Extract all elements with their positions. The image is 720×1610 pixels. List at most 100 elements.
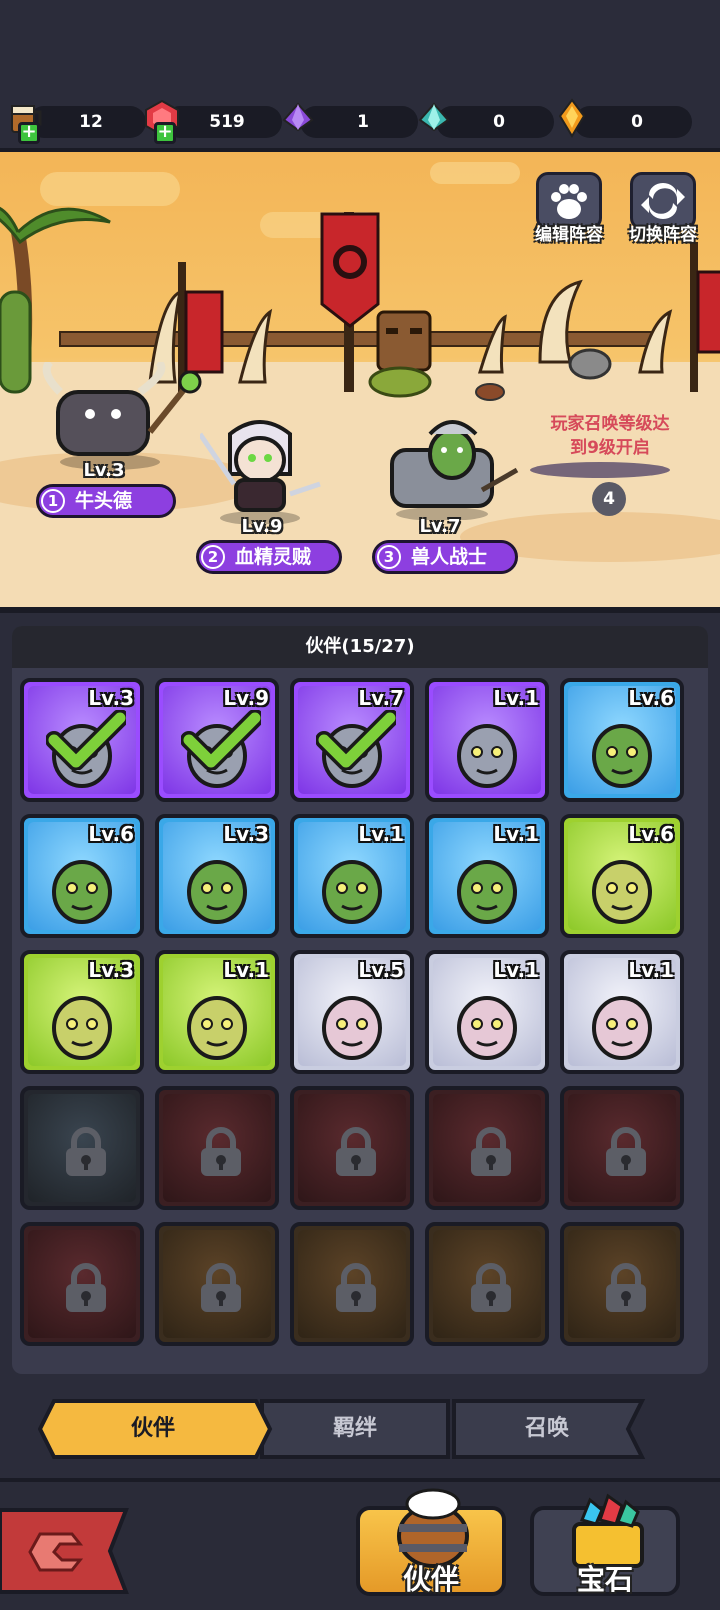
elf-mage-portrait <box>322 996 382 1060</box>
locked-companion-card[interactable] <box>290 1222 414 1346</box>
locked-companion-card[interactable] <box>425 1222 549 1346</box>
card-level: Lv.1 <box>493 958 539 982</box>
padlock-icon <box>201 1127 241 1176</box>
companion-card[interactable]: Lv.6 <box>560 678 684 802</box>
tab-bond[interactable]: 羁绊 <box>262 1398 448 1460</box>
companion-card[interactable]: Lv.1 <box>425 678 549 802</box>
back-button[interactable] <box>0 1506 130 1596</box>
padlock-icon <box>336 1263 376 1312</box>
companion-card[interactable]: Lv.5 <box>290 950 414 1074</box>
slot-4-unlock-hint: 玩家召唤等级达 到9级开启 <box>530 412 690 460</box>
resource-purple-crystal: 1 <box>278 102 418 138</box>
companion-card[interactable]: Lv.3 <box>20 678 144 802</box>
troll-portrait <box>592 724 652 788</box>
locked-companion-card[interactable] <box>425 1086 549 1210</box>
padlock-icon <box>66 1127 106 1176</box>
tab-bar: 伙伴 羁绊 召唤 <box>38 1398 688 1460</box>
card-level: Lv.1 <box>358 822 404 846</box>
undead-girl-portrait <box>457 860 517 924</box>
companion-nav-label: 伙伴 <box>402 1563 459 1596</box>
hero-level: Lv.3 <box>83 460 125 481</box>
unlock-hint-line-2: 到9级开启 <box>570 438 650 458</box>
game-screen: 12 + 519 + 1 0 0 编辑阵容 切换阵容 Lv.3 1 牛头德 Lv… <box>0 0 720 1610</box>
tab-summon[interactable]: 召唤 <box>454 1398 640 1460</box>
resource-value: 1 <box>357 112 369 132</box>
undead-mage-portrait <box>457 724 517 788</box>
hero-nameplate-1[interactable]: 1 牛头德 <box>36 484 176 518</box>
card-level: Lv.5 <box>358 958 404 982</box>
gem-nav-button[interactable]: 宝石 <box>530 1493 680 1596</box>
resource-value: 12 <box>79 112 103 132</box>
checkmark-icon <box>46 710 126 770</box>
padlock-icon <box>471 1127 511 1176</box>
blood-elf-rogue-sprite[interactable] <box>200 414 330 524</box>
goblin-portrait <box>592 860 652 924</box>
plus-icon[interactable]: + <box>154 122 176 144</box>
resource-value: 0 <box>631 112 643 132</box>
card-level: Lv.1 <box>223 958 269 982</box>
checkmark-icon <box>181 710 261 770</box>
resource-orange-gem: 0 <box>552 98 692 138</box>
companion-card[interactable]: Lv.1 <box>425 814 549 938</box>
companion-nav-button[interactable]: 伙伴 <box>356 1488 506 1596</box>
gem-nav-label: 宝石 <box>576 1563 633 1596</box>
hero-nameplate-3[interactable]: 3 兽人战士 <box>372 540 518 574</box>
padlock-icon <box>336 1127 376 1176</box>
companion-card[interactable]: Lv.1 <box>560 950 684 1074</box>
companion-card[interactable]: Lv.7 <box>290 678 414 802</box>
companion-card[interactable]: Lv.6 <box>560 814 684 938</box>
purple-crystal-icon <box>282 102 314 132</box>
resource-teal-crystal: 0 <box>414 102 554 138</box>
card-level: Lv.3 <box>88 958 134 982</box>
resource-red-gem[interactable]: 519 + <box>142 99 282 144</box>
battle-scene: 编辑阵容 切换阵容 Lv.3 1 牛头德 Lv.9 2 血精灵贼 Lv.7 3 … <box>0 148 720 613</box>
padlock-icon <box>201 1263 241 1312</box>
locked-companion-card[interactable] <box>155 1222 279 1346</box>
elf-paladin-portrait <box>52 996 112 1060</box>
locked-companion-card[interactable] <box>560 1086 684 1210</box>
card-level: Lv.6 <box>628 686 674 710</box>
resource-value: 519 <box>209 112 245 132</box>
locked-companion-card[interactable] <box>20 1086 144 1210</box>
padlock-icon <box>471 1263 511 1312</box>
resource-beer[interactable]: 12 + <box>6 105 146 144</box>
locked-companion-card[interactable] <box>155 1086 279 1210</box>
companion-card[interactable]: Lv.6 <box>20 814 144 938</box>
tauren-druid-sprite[interactable] <box>40 362 210 472</box>
padlock-icon <box>606 1263 646 1312</box>
card-level: Lv.1 <box>493 822 539 846</box>
tab-companion[interactable]: 伙伴 <box>48 1398 258 1460</box>
companion-card[interactable]: Lv.1 <box>425 950 549 1074</box>
card-level: Lv.7 <box>358 686 404 710</box>
orc-shaman-portrait <box>52 860 112 924</box>
companion-card[interactable]: Lv.1 <box>290 814 414 938</box>
companion-card[interactable]: Lv.9 <box>155 678 279 802</box>
tauren-portrait <box>187 860 247 924</box>
hero-name: 牛头德 <box>75 490 133 512</box>
card-level: Lv.3 <box>223 822 269 846</box>
slot-4-marker: 4 <box>592 482 626 516</box>
edit-lineup-label: 编辑阵容 <box>535 225 603 245</box>
card-level: Lv.9 <box>223 686 269 710</box>
card-level: Lv.6 <box>88 822 134 846</box>
plus-icon[interactable]: + <box>18 122 40 144</box>
companion-card[interactable]: Lv.1 <box>155 950 279 1074</box>
orange-gem-icon <box>558 98 586 138</box>
checkmark-icon <box>316 710 396 770</box>
card-level: Lv.6 <box>628 822 674 846</box>
companion-card[interactable]: Lv.3 <box>20 950 144 1074</box>
orc-warrior-sprite[interactable] <box>372 410 522 520</box>
bottom-nav: 伙伴 宝石 <box>0 1478 720 1610</box>
hero-name: 血精灵贼 <box>235 546 312 568</box>
locked-companion-card[interactable] <box>20 1222 144 1346</box>
hero-nameplate-2[interactable]: 2 血精灵贼 <box>196 540 342 574</box>
locked-companion-card[interactable] <box>560 1222 684 1346</box>
locked-companion-card[interactable] <box>290 1086 414 1210</box>
companion-card[interactable]: Lv.3 <box>155 814 279 938</box>
resource-bar: 12 + 519 + 1 0 0 <box>0 92 720 148</box>
undead-rogue-portrait <box>457 996 517 1060</box>
unlock-hint-line-1: 玩家召唤等级达 <box>550 414 670 434</box>
slot-number: 3 <box>377 545 401 569</box>
padlock-icon <box>606 1127 646 1176</box>
teal-crystal-icon <box>418 102 450 132</box>
